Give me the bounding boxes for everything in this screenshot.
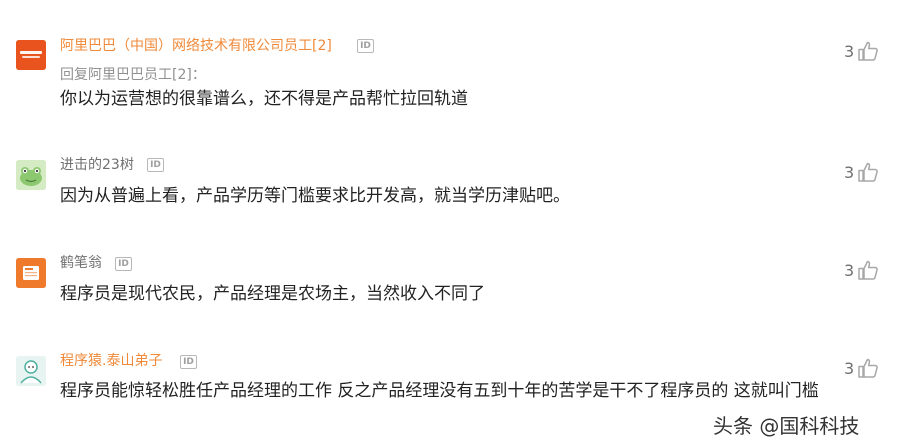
person-icon	[16, 356, 46, 386]
username[interactable]: 鹤笔翁	[60, 254, 102, 272]
notebook-icon	[16, 258, 46, 288]
like-count: 3	[844, 260, 855, 280]
avatar[interactable]	[16, 356, 46, 386]
watermark: 头条 @国科科技	[713, 414, 860, 438]
id-badge: ID	[357, 39, 374, 53]
comment-text: 程序员是现代农民，产品经理是农场主，当然收入不同了	[60, 284, 485, 304]
avatar[interactable]	[16, 258, 46, 288]
like-button[interactable]: 3	[844, 40, 879, 62]
id-badge: ID	[180, 355, 197, 369]
reply-reference[interactable]: 回复阿里巴巴员工[2]：	[60, 66, 206, 84]
thumbs-up-icon	[858, 260, 879, 280]
thumbs-up-icon	[858, 41, 879, 61]
id-badge: ID	[147, 158, 164, 172]
like-button[interactable]: 3	[844, 259, 879, 281]
comment-text: 你以为运营想的很靠谱么，还不得是产品帮忙拉回轨道	[60, 89, 468, 109]
like-button[interactable]: 3	[844, 161, 879, 183]
alibaba-logo-icon	[16, 40, 46, 70]
thumbs-up-icon	[858, 358, 879, 378]
like-button[interactable]: 3	[844, 357, 879, 379]
like-count: 3	[844, 358, 855, 378]
thumbs-up-icon	[858, 162, 879, 182]
frog-icon	[16, 160, 46, 190]
comment-list: 阿里巴巴（中国）网络技术有限公司员工[2] ID 回复阿里巴巴员工[2]： 你以…	[0, 0, 900, 448]
username[interactable]: 程序猿.泰山弟子	[60, 352, 162, 370]
username[interactable]: 进击的23树	[60, 156, 134, 174]
like-count: 3	[844, 162, 855, 182]
avatar[interactable]	[16, 160, 46, 190]
avatar[interactable]	[16, 40, 46, 70]
comment-text: 因为从普遍上看，产品学历等门槛要求比开发高，就当学历津贴吧。	[60, 186, 570, 206]
id-badge: ID	[115, 257, 132, 271]
like-count: 3	[844, 41, 855, 61]
comment-text: 程序员能惊轻松胜任产品经理的工作 反之产品经理没有五到十年的苦学是干不了程序员的…	[60, 381, 819, 401]
username[interactable]: 阿里巴巴（中国）网络技术有限公司员工[2]	[60, 37, 332, 55]
